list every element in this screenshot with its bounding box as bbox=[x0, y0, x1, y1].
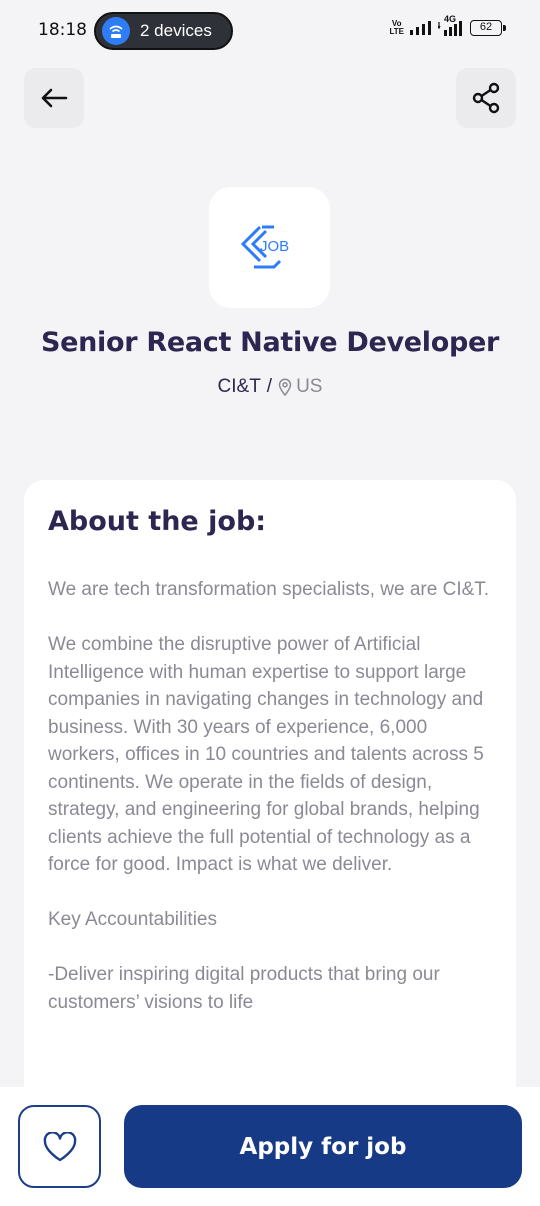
favorite-button[interactable] bbox=[18, 1105, 101, 1188]
about-paragraph: We are tech transformation specialists, … bbox=[48, 579, 490, 600]
battery-indicator: 62 bbox=[470, 20, 506, 36]
share-icon bbox=[472, 82, 500, 114]
back-button[interactable] bbox=[24, 68, 84, 128]
share-button[interactable] bbox=[456, 68, 516, 128]
status-time: 18:18 bbox=[38, 20, 87, 40]
about-heading: About the job: bbox=[48, 506, 267, 537]
hotspot-pill[interactable]: 2 devices bbox=[94, 12, 233, 50]
status-bar: 18:18 2 devices Vo LTE 4G 62 bbox=[0, 0, 540, 62]
about-card[interactable]: About the job: We are tech transformatio… bbox=[24, 480, 516, 1120]
job-title: Senior React Native Developer bbox=[40, 327, 500, 358]
status-indicators: Vo LTE 4G 62 bbox=[389, 14, 506, 36]
job-location: US bbox=[296, 376, 323, 397]
about-paragraph: -Deliver inspiring digital products that… bbox=[48, 964, 440, 1013]
logo-text: JOB bbox=[260, 238, 289, 255]
about-paragraph: We combine the disruptive power of Artif… bbox=[48, 634, 484, 875]
signal-icon bbox=[410, 21, 431, 35]
company-logo: JOB bbox=[209, 187, 330, 308]
heart-icon bbox=[43, 1131, 76, 1161]
company-name: CI&T bbox=[217, 376, 261, 397]
about-paragraph: Key Accountabilities bbox=[48, 909, 217, 930]
job-logo-icon: JOB bbox=[240, 225, 289, 268]
separator: / bbox=[266, 376, 273, 397]
hotspot-icon bbox=[102, 17, 130, 45]
hotspot-label: 2 devices bbox=[140, 21, 212, 40]
volte-indicator: Vo LTE bbox=[389, 19, 404, 36]
apply-button[interactable]: Apply for job bbox=[124, 1105, 522, 1188]
company-location-line: CI&T / US bbox=[0, 376, 540, 398]
about-body: We are tech transformation specialists, … bbox=[48, 576, 498, 1044]
arrow-left-icon bbox=[41, 88, 68, 108]
signal-4g-icon: 4G bbox=[438, 14, 464, 36]
location-pin-icon bbox=[278, 378, 292, 396]
bottom-action-bar: Apply for job bbox=[0, 1087, 540, 1206]
